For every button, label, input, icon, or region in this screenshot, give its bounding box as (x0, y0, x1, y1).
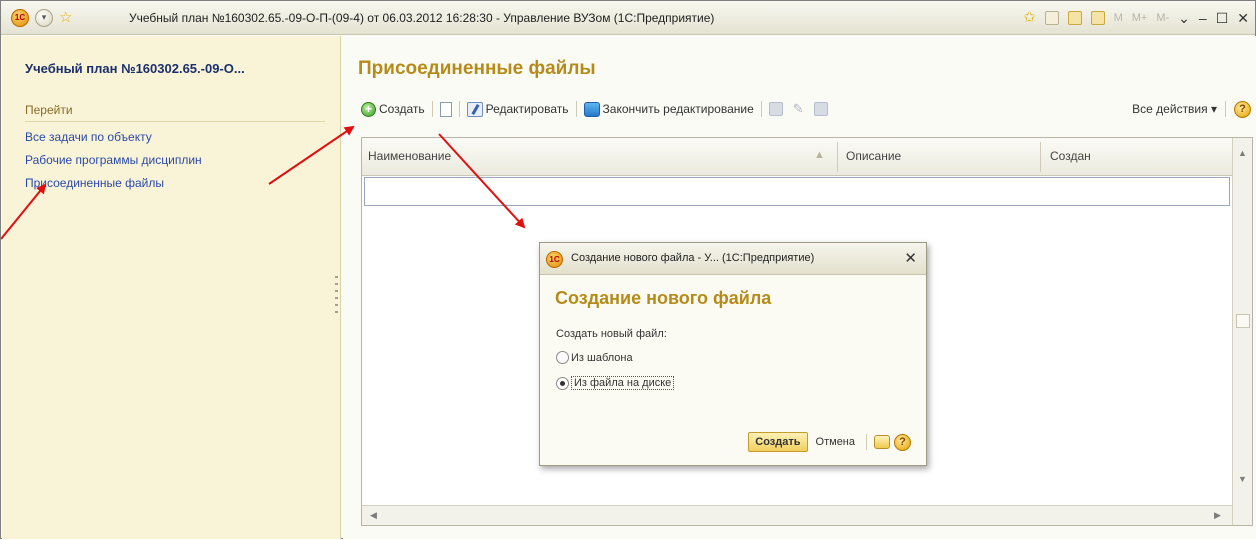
calendar-icon[interactable] (1090, 11, 1105, 25)
dialog-cancel-button[interactable]: Отмена (812, 433, 859, 451)
dialog-title-bar: 1С Создание нового файла - У... (1С:Пред… (540, 243, 926, 275)
dialog-heading: Создание нового файла (555, 288, 772, 308)
finish-edit-button[interactable]: Закончить редактирование (583, 101, 754, 117)
maximize-icon[interactable]: ☐ (1216, 10, 1229, 27)
edit-button[interactable]: Редактировать (466, 101, 569, 117)
nav-link-work-programs[interactable]: Рабочие программы дисциплин (25, 153, 202, 167)
toolbar-separator (431, 101, 433, 117)
column-divider (1040, 142, 1041, 172)
navigation-panel: Учебный план №160302.65.-09-О... Перейти… (2, 36, 341, 539)
create-button[interactable]: + Создать (361, 101, 425, 117)
dialog-app-logo-icon: 1С (546, 251, 563, 268)
section-go-to: Перейти (25, 103, 73, 117)
dialog-create-button[interactable]: Создать (748, 432, 808, 452)
scroll-right-icon[interactable]: ▶ (1214, 510, 1221, 521)
main-menu-icon[interactable]: ▾ (35, 8, 53, 27)
document-icon (439, 101, 452, 117)
plus-circle-icon: + (361, 101, 376, 117)
command-bar: + Создать Редактировать Закончить редакт… (361, 98, 1251, 120)
minimize-icon[interactable]: – (1199, 10, 1207, 26)
radio-label: Из файла на диске (571, 376, 675, 390)
column-created[interactable]: Создан (1050, 149, 1091, 163)
memory-plus-button[interactable]: M+ (1132, 12, 1148, 24)
command-bar-right: Все действия ▾ ? (1132, 100, 1251, 118)
toolbar-separator (458, 101, 460, 117)
dialog-window-title: Создание нового файла - У... (1С:Предпри… (571, 252, 815, 264)
all-actions-menu[interactable]: Все действия ▾ (1132, 102, 1217, 116)
favorite-star-icon[interactable]: ☆ (59, 9, 72, 27)
send-mail-icon[interactable] (874, 435, 890, 449)
pencil-icon[interactable]: ✎ (793, 101, 804, 117)
close-window-icon[interactable]: ✕ (1237, 10, 1249, 27)
app-logo-icon[interactable]: 1С (11, 8, 29, 27)
dialog-help-icon[interactable]: ? (894, 433, 911, 451)
delete-file-icon[interactable] (813, 102, 828, 116)
disabled-actions: ✎ (768, 101, 828, 117)
page-title: Присоединенные файлы (358, 58, 596, 79)
open-file-icon[interactable] (768, 102, 783, 116)
new-file-dialog: 1С Создание нового файла - У... (1С:Пред… (539, 242, 927, 466)
object-title: Учебный план №160302.65.-09-О... (25, 61, 245, 76)
title-bar-left: 1С ▾ ☆ (1, 8, 129, 27)
nav-link-all-tasks[interactable]: Все задачи по объекту (25, 130, 152, 144)
app-window: 1С ▾ ☆ Учебный план №160302.65.-09-О-П-(… (0, 0, 1256, 539)
memory-m-button[interactable]: M (1114, 12, 1123, 24)
add-favorite-icon[interactable]: ✩ (1023, 9, 1036, 27)
scroll-left-icon[interactable]: ◀ (370, 510, 377, 521)
table-header: Наименование ▲ Описание Создан (362, 138, 1232, 176)
radio-label: Из шаблона (571, 351, 633, 364)
scroll-down-icon[interactable]: ▼ (1238, 474, 1247, 484)
radio-from-template[interactable]: Из шаблона (556, 351, 633, 364)
help-icon[interactable]: ? (1234, 100, 1251, 118)
radio-button[interactable] (556, 351, 569, 364)
toolbar-separator (1225, 101, 1226, 117)
vertical-scrollbar[interactable]: ▲ ▼ (1232, 138, 1252, 525)
history-icon[interactable] (1044, 11, 1059, 25)
column-name[interactable]: Наименование (368, 149, 451, 163)
section-divider (25, 121, 325, 122)
edit-button-label: Редактировать (485, 102, 569, 116)
toolbar-separator (575, 101, 577, 117)
scroll-thumb[interactable] (1236, 314, 1250, 328)
edit-icon (466, 101, 483, 117)
radio-from-disk[interactable]: Из файла на диске (556, 376, 675, 390)
sort-asc-icon: ▲ (814, 149, 825, 161)
panel-splitter[interactable] (335, 276, 338, 316)
copy-button[interactable] (439, 101, 452, 117)
column-description[interactable]: Описание (846, 149, 901, 163)
nav-link-attached-files[interactable]: Присоединенные файлы (25, 176, 164, 190)
dropdown-icon[interactable]: ⌄ (1178, 10, 1190, 27)
radio-button-selected[interactable] (556, 376, 569, 390)
finish-edit-label: Закончить редактирование (602, 102, 754, 116)
window-title: Учебный план №160302.65.-09-О-П-(09-4) о… (129, 10, 715, 25)
dialog-prompt: Создать новый файл: (556, 328, 667, 340)
calculator-icon[interactable] (1067, 11, 1082, 25)
table-row[interactable] (364, 177, 1230, 206)
toolbar-separator (866, 434, 867, 450)
dialog-buttons: Создать Отмена ? (748, 432, 911, 452)
create-button-label: Создать (379, 102, 425, 116)
title-bar-right: ✩ M M+ M- ⌄ – ☐ ✕ (1023, 1, 1249, 35)
close-icon[interactable]: ✕ (904, 249, 917, 267)
memory-minus-button[interactable]: M- (1156, 12, 1169, 24)
finish-edit-icon (583, 101, 600, 117)
column-divider (837, 142, 838, 172)
scroll-up-icon[interactable]: ▲ (1238, 148, 1247, 158)
title-bar: 1С ▾ ☆ Учебный план №160302.65.-09-О-П-(… (1, 1, 1255, 35)
toolbar-separator (760, 101, 762, 117)
horizontal-scrollbar[interactable]: ◀ ▶ (362, 505, 1232, 525)
